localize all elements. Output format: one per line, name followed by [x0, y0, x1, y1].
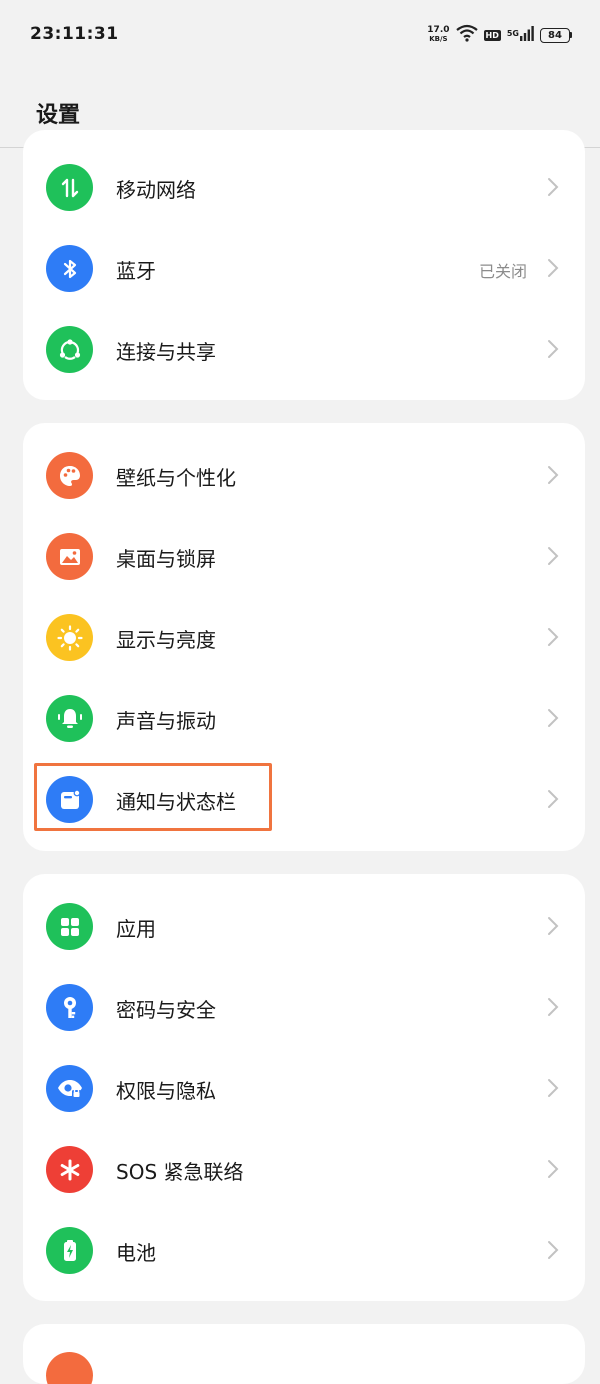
settings-item-label: 蓝牙: [116, 259, 156, 283]
settings-item-label: 显示与亮度: [116, 628, 216, 652]
settings-item-label: 应用: [116, 917, 156, 941]
mobile-data-icon: [46, 164, 93, 211]
settings-item-display-brightness[interactable]: 显示与亮度: [23, 597, 585, 678]
picture-icon: [46, 533, 93, 580]
chevron-right-icon: [543, 997, 563, 1017]
settings-item-wallpaper[interactable]: 壁纸与个性化: [23, 435, 585, 516]
sun-icon: [46, 614, 93, 661]
share-icon: [46, 326, 93, 373]
network-speed: 17.0 KB/S: [427, 26, 449, 44]
page-title: 设置: [36, 103, 81, 128]
settings-item-label: 通知与状态栏: [116, 790, 236, 814]
sos-asterisk-icon: [46, 1146, 93, 1193]
battery-indicator: 84: [540, 27, 572, 43]
settings-item-label: 密码与安全: [116, 998, 216, 1022]
apps-icon: [46, 903, 93, 950]
settings-item-label: 权限与隐私: [116, 1079, 216, 1103]
key-icon: [46, 984, 93, 1031]
settings-item-sos[interactable]: SOS 紧急联络: [23, 1129, 585, 1210]
status-bar: 23:11:31 17.0 KB/S HD 5G 84: [0, 0, 600, 70]
chevron-right-icon: [543, 177, 563, 197]
battery-level: 84: [540, 27, 570, 43]
chevron-right-icon: [543, 708, 563, 728]
settings-item-mobile-network[interactable]: 移动网络: [23, 147, 585, 228]
status-icons: 17.0 KB/S HD 5G 84: [427, 24, 572, 46]
settings-item-label: 壁纸与个性化: [116, 466, 236, 490]
status-time: 23:11:31: [30, 24, 119, 44]
bluetooth-icon: [46, 245, 93, 292]
bell-icon: [46, 695, 93, 742]
chevron-right-icon: [543, 1240, 563, 1260]
settings-item-label: 声音与振动: [116, 709, 216, 733]
settings-item-connection-sharing[interactable]: 连接与共享: [23, 309, 585, 390]
chevron-right-icon: [543, 1159, 563, 1179]
hd-badge: HD: [483, 29, 501, 41]
chevron-right-icon: [543, 546, 563, 566]
network-speed-value: 17.0: [427, 25, 450, 35]
chevron-right-icon: [543, 916, 563, 936]
settings-item-label: 连接与共享: [116, 340, 216, 364]
settings-item-sound-vibration[interactable]: 声音与振动: [23, 678, 585, 759]
settings-item-desktop-lockscreen[interactable]: 桌面与锁屏: [23, 516, 585, 597]
chevron-right-icon: [543, 627, 563, 647]
palette-icon: [46, 452, 93, 499]
settings-item-notification-statusbar[interactable]: 通知与状态栏: [23, 759, 585, 840]
settings-card-connectivity: 移动网络 蓝牙 已关闭 连接与共享: [23, 130, 585, 400]
settings-card-next: [23, 1324, 585, 1384]
settings-item-apps[interactable]: 应用: [23, 886, 585, 967]
settings-card-personalization: 壁纸与个性化 桌面与锁屏 显示与亮度 声音与振动 通知与状态栏: [23, 423, 585, 851]
settings-item-label: 电池: [116, 1241, 156, 1265]
settings-item-label: 桌面与锁屏: [116, 547, 216, 571]
chevron-right-icon: [543, 1078, 563, 1098]
cellular-signal: 5G: [506, 25, 534, 45]
battery-icon: [46, 1227, 93, 1274]
settings-item-label: SOS 紧急联络: [116, 1160, 244, 1184]
chevron-right-icon: [543, 789, 563, 809]
chevron-right-icon: [543, 465, 563, 485]
wifi-icon: [455, 24, 478, 46]
settings-item-bluetooth[interactable]: 蓝牙 已关闭: [23, 228, 585, 309]
signal-bars-icon: [520, 25, 534, 45]
settings-item-password-security[interactable]: 密码与安全: [23, 967, 585, 1048]
settings-item-battery[interactable]: 电池: [23, 1210, 585, 1291]
network-type: 5G: [506, 28, 519, 38]
notification-icon: [46, 776, 93, 823]
privacy-eye-icon: [46, 1065, 93, 1112]
network-speed-unit: KB/S: [429, 35, 448, 43]
settings-item-label: 移动网络: [116, 178, 196, 202]
settings-item-permissions-privacy[interactable]: 权限与隐私: [23, 1048, 585, 1129]
chevron-right-icon: [543, 258, 563, 278]
settings-item-value: 已关闭: [478, 262, 527, 281]
settings-card-apps-security: 应用 密码与安全 权限与隐私 SOS 紧急联络 电池: [23, 874, 585, 1301]
battery-tip: [570, 32, 572, 38]
chevron-right-icon: [543, 339, 563, 359]
